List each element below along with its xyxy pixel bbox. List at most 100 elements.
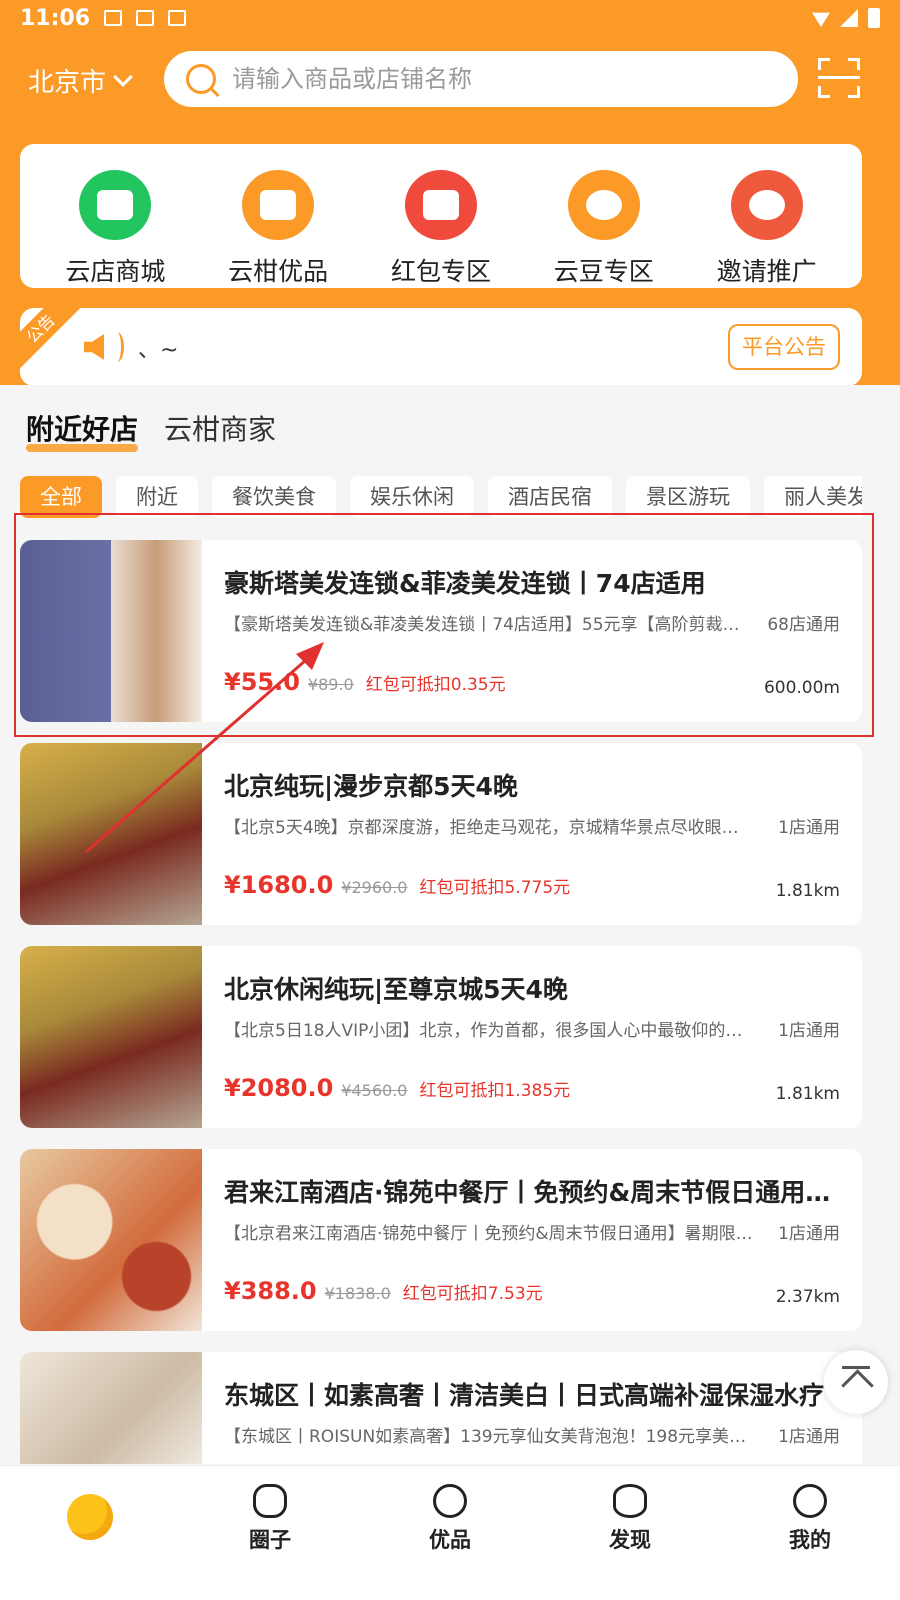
tab-products[interactable]: 优品 <box>360 1466 540 1600</box>
red-envelope-icon <box>404 170 477 240</box>
shop-original-price: ¥4560.0 <box>341 1081 408 1100</box>
platform-notice-button[interactable]: 平台公告 <box>728 324 840 370</box>
chip-food[interactable]: 餐饮美食 <box>212 476 336 518</box>
price-row: ¥55.0 ¥89.0 红包可抵扣0.35元 <box>224 668 506 696</box>
quick-entry-yungan[interactable]: 云柑优品 <box>203 170 353 288</box>
chip-scenic[interactable]: 景区游玩 <box>626 476 750 518</box>
chip-beauty[interactable]: 丽人美发 <box>764 476 862 518</box>
quick-entry-invite[interactable]: 邀请推广 <box>692 170 842 288</box>
filter-chips: 全部 附近 餐饮美食 娱乐休闲 酒店民宿 景区游玩 丽人美发 <box>20 476 862 518</box>
notice-text: 、~ <box>138 338 179 363</box>
speaker-icon <box>84 334 104 360</box>
price-row: ¥2080.0 ¥4560.0 红包可抵扣1.385元 <box>224 1074 570 1102</box>
shop-distance: 600.00m <box>763 678 840 698</box>
tab-nearby-shops[interactable]: 附近好店 <box>26 408 139 452</box>
shop-store-count: 1店通用 <box>778 818 840 838</box>
price-row: ¥1680.0 ¥2960.0 红包可抵扣5.775元 <box>224 871 570 899</box>
shop-price: ¥388.0 <box>224 1277 317 1305</box>
main-tabs: 附近好店 云柑商家 <box>26 408 276 452</box>
shop-title: 北京休闲纯玩|至尊京城5天4晚 <box>224 975 568 1004</box>
status-time: 11:06 <box>20 5 91 31</box>
shop-red-packet: 红包可抵扣0.35元 <box>365 675 506 695</box>
shop-distance: 1.81km <box>775 881 840 901</box>
shop-price: ¥55.0 <box>224 668 300 696</box>
shop-card[interactable]: 北京休闲纯玩|至尊京城5天4晚 【北京5日18人VIP小团】北京，作为首都，很多… <box>20 946 862 1128</box>
shop-store-count: 1店通用 <box>778 1224 840 1244</box>
gift-bag-icon <box>242 170 315 240</box>
chat-bubble-icon <box>253 1484 287 1518</box>
shop-distance: 2.37km <box>775 1287 840 1307</box>
shop-store-count: 1店通用 <box>778 1427 840 1447</box>
scan-icon[interactable] <box>818 58 860 98</box>
chevron-down-icon <box>113 66 133 87</box>
shop-card[interactable]: 北京纯玩|漫步京都5天4晚 【北京5天4晚】京都深度游，拒绝走马观花，京城精华景… <box>20 743 862 925</box>
city-selector[interactable]: 北京市 <box>28 62 133 99</box>
chip-all[interactable]: 全部 <box>20 476 102 518</box>
bean-icon <box>567 170 640 240</box>
tab-label: 我的 <box>789 1528 831 1552</box>
price-row: ¥388.0 ¥1838.0 红包可抵扣7.53元 <box>224 1277 543 1305</box>
tab-label: 优品 <box>429 1528 471 1552</box>
notice-bar: 公告 、~ 平台公告 <box>20 308 862 386</box>
shop-card[interactable]: 东城区丨如素高奢丨清洁美白丨日式高端补湿保湿水疗 【东城区丨ROISUN如素高奢… <box>20 1352 862 1464</box>
shop-store-count: 68店通用 <box>767 615 840 635</box>
shop-store-count: 1店通用 <box>778 1021 840 1041</box>
gallery-icon <box>104 10 123 26</box>
tab-discover[interactable]: 发现 <box>540 1466 720 1600</box>
download-icon <box>136 10 155 26</box>
shop-price: ¥1680.0 <box>224 871 334 899</box>
store-icon <box>79 170 152 240</box>
status-bar: 11:06 <box>0 0 900 36</box>
badge-icon <box>730 170 803 240</box>
shop-title: 东城区丨如素高奢丨清洁美白丨日式高端补湿保湿水疗 <box>224 1381 825 1410</box>
back-to-top-button[interactable] <box>824 1350 888 1414</box>
quick-entry-hongbao[interactable]: 红包专区 <box>366 170 516 288</box>
shop-list: 豪斯塔美发连锁&菲凌美发连锁丨74店适用 【豪斯塔美发连锁&菲凌美发连锁丨74店… <box>20 540 862 1485</box>
chip-nearby[interactable]: 附近 <box>116 476 198 518</box>
shop-price: ¥2080.0 <box>224 1074 334 1102</box>
quick-entry-label: 云柑优品 <box>228 257 329 286</box>
shop-original-price: ¥1838.0 <box>324 1284 391 1303</box>
bottom-tab-bar: 圈子 优品 发现 我的 <box>0 1465 900 1600</box>
top-bar: 北京市 <box>0 48 900 110</box>
shop-red-packet: 红包可抵扣7.53元 <box>402 1284 543 1304</box>
shop-card[interactable]: 豪斯塔美发连锁&菲凌美发连锁丨74店适用 【豪斯塔美发连锁&菲凌美发连锁丨74店… <box>20 540 862 722</box>
speaker-waves <box>110 332 124 362</box>
shop-thumbnail <box>20 540 202 722</box>
orange-home-icon <box>67 1494 113 1540</box>
search-icon <box>186 64 216 94</box>
shop-thumbnail <box>20 1149 202 1331</box>
shop-red-packet: 红包可抵扣1.385元 <box>419 1081 571 1101</box>
shop-title: 君来江南酒店·锦苑中餐厅丨免预约&周末节假日通用… <box>224 1178 831 1207</box>
quick-entry-panel: 云店商城 云柑优品 红包专区 云豆专区 邀请推广 <box>20 144 862 288</box>
shop-distance: 1.81km <box>775 1084 840 1104</box>
tab-home[interactable] <box>0 1466 180 1600</box>
shop-title: 北京纯玩|漫步京都5天4晚 <box>224 772 518 801</box>
battery-icon <box>868 8 880 28</box>
shop-desc: 【北京君来江南酒店·锦苑中餐厅丨免预约&周末节假日通用】暑期限… <box>224 1224 753 1244</box>
camera-icon <box>433 1484 467 1518</box>
shop-thumbnail <box>20 743 202 925</box>
quick-entry-yundian[interactable]: 云店商城 <box>40 170 190 288</box>
tab-circle[interactable]: 圈子 <box>180 1466 360 1600</box>
tab-mine[interactable]: 我的 <box>720 1466 900 1600</box>
shop-title: 豪斯塔美发连锁&菲凌美发连锁丨74店适用 <box>224 569 706 598</box>
text-icon <box>168 10 187 26</box>
shop-card[interactable]: 君来江南酒店·锦苑中餐厅丨免预约&周末节假日通用… 【北京君来江南酒店·锦苑中餐… <box>20 1149 862 1331</box>
shop-desc: 【东城区丨ROISUN如素高奢】139元享仙女美背泡泡！198元享美人… <box>224 1427 754 1447</box>
search-input[interactable] <box>232 65 752 93</box>
shop-thumbnail <box>20 1352 202 1464</box>
quick-entry-yundou[interactable]: 云豆专区 <box>529 170 679 288</box>
tab-yungan-merchants[interactable]: 云柑商家 <box>164 408 276 448</box>
user-icon <box>793 1484 827 1518</box>
search-bar[interactable] <box>164 51 798 107</box>
shop-desc: 【北京5天4晚】京都深度游，拒绝走马观花，京城精华景点尽收眼底… <box>224 818 754 838</box>
chip-hotel[interactable]: 酒店民宿 <box>488 476 612 518</box>
chip-leisure[interactable]: 娱乐休闲 <box>350 476 474 518</box>
wifi-icon <box>812 12 830 27</box>
tab-label: 发现 <box>609 1528 651 1552</box>
shop-desc: 【北京5日18人VIP小团】北京，作为首都，很多国人心中最敬仰的地… <box>224 1021 754 1041</box>
signal-icon <box>840 9 858 27</box>
tab-label: 圈子 <box>249 1528 291 1552</box>
shop-thumbnail <box>20 946 202 1128</box>
